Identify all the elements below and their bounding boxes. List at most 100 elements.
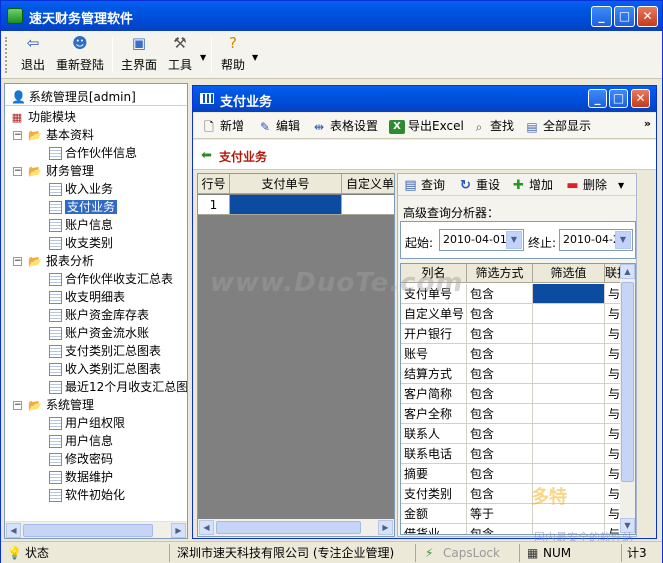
- filter-cell-column[interactable]: 自定义单号: [401, 304, 467, 324]
- grid-header-row-no[interactable]: 行号: [198, 174, 230, 194]
- filter-cell-value[interactable]: [533, 464, 605, 484]
- table-settings-button[interactable]: ⇹ 表格设置: [311, 117, 378, 135]
- filter-cell-value[interactable]: [533, 364, 605, 384]
- filter-row[interactable]: 结算方式 包含与: [401, 364, 623, 384]
- tree-item-account-info[interactable]: 账户信息: [49, 216, 113, 234]
- filter-cell-mode[interactable]: 包含: [467, 284, 533, 304]
- help-button[interactable]: ? 帮助: [218, 34, 248, 76]
- grid-header-custom-no[interactable]: 自定义单: [342, 174, 394, 194]
- tools-dropdown-icon[interactable]: ▼: [200, 53, 206, 62]
- scroll-left-icon[interactable]: ◀: [199, 520, 214, 535]
- filter-cell-mode[interactable]: 包含: [467, 524, 533, 534]
- filter-cell-value[interactable]: [533, 384, 605, 404]
- tree-item-report-1[interactable]: 合作伙伴收支汇总表: [49, 270, 173, 288]
- filter-cell-column[interactable]: 账号: [401, 344, 467, 364]
- filter-cell-column[interactable]: 联系电话: [401, 444, 467, 464]
- filter-cell-mode[interactable]: 包含: [467, 464, 533, 484]
- tree-item-report-5[interactable]: 支付类别汇总图表: [49, 342, 161, 360]
- filter-row[interactable]: 客户全称 包含与: [401, 404, 623, 424]
- filter-cell-column[interactable]: 摘要: [401, 464, 467, 484]
- filter-cell-value[interactable]: [533, 404, 605, 424]
- filter-cell-mode[interactable]: 包含: [467, 324, 533, 344]
- filter-row[interactable]: 摘要 包含与: [401, 464, 623, 484]
- export-excel-button[interactable]: X 导出Excel: [389, 117, 464, 135]
- filter-header-column[interactable]: 列名: [401, 264, 467, 283]
- filter-row[interactable]: 联系电话 包含与: [401, 444, 623, 464]
- tree-item-income[interactable]: 收入业务: [49, 180, 113, 198]
- filter-cell-column[interactable]: 结算方式: [401, 364, 467, 384]
- find-button[interactable]: ⌕ 查找: [471, 117, 514, 135]
- edit-button[interactable]: ✎ 编辑: [257, 117, 300, 135]
- filter-cell-mode[interactable]: 包含: [467, 304, 533, 324]
- filter-row[interactable]: 金额 等于与: [401, 504, 623, 524]
- filter-cell-column[interactable]: 开户银行: [401, 324, 467, 344]
- relogin-button[interactable]: ☻ 重新登陆: [54, 34, 106, 76]
- tree-root[interactable]: ▦ 功能模块: [9, 108, 76, 126]
- scroll-right-icon[interactable]: ▶: [378, 520, 393, 535]
- scroll-up-icon[interactable]: ▲: [620, 264, 635, 279]
- filter-row[interactable]: 自定义单号 包含与: [401, 304, 623, 324]
- tree-item-report-4[interactable]: 账户资金流水账: [49, 324, 149, 342]
- filter-cell-value[interactable]: [533, 484, 605, 504]
- add-condition-button[interactable]: ✚ 增加: [511, 177, 553, 194]
- tree-item-report-3[interactable]: 账户资金库存表: [49, 306, 149, 324]
- filter-cell-mode[interactable]: 包含: [467, 384, 533, 404]
- chevron-down-icon[interactable]: ▼: [615, 231, 631, 249]
- filter-cell-value[interactable]: [533, 284, 605, 304]
- chevron-down-icon[interactable]: ▼: [506, 231, 522, 249]
- close-button[interactable]: ✕: [637, 6, 658, 27]
- filter-cell-value[interactable]: [533, 424, 605, 444]
- filter-cell-value[interactable]: [533, 324, 605, 344]
- collapse-icon[interactable]: −: [13, 257, 22, 266]
- grid-cell-custom-no[interactable]: [342, 195, 394, 215]
- tree-item-change-password[interactable]: 修改密码: [49, 450, 113, 468]
- maximize-button[interactable]: □: [614, 6, 635, 27]
- query-button[interactable]: ▤ 查询: [403, 177, 445, 194]
- tree-item-user-groups[interactable]: 用户组权限: [49, 414, 125, 432]
- scroll-thumb[interactable]: [23, 524, 153, 537]
- grid-header-payment-no[interactable]: 支付单号: [230, 174, 342, 194]
- filter-cell-column[interactable]: 客户简称: [401, 384, 467, 404]
- scroll-down-icon[interactable]: ▼: [620, 518, 635, 533]
- tree-item-report-6[interactable]: 收入类别汇总图表: [49, 360, 161, 378]
- filter-vertical-scrollbar[interactable]: ▲ ▼: [620, 264, 635, 534]
- new-button[interactable]: 🗋 新增: [201, 117, 244, 135]
- grid-cell-row-no[interactable]: 1: [198, 195, 230, 215]
- filter-cell-mode[interactable]: 包含: [467, 444, 533, 464]
- filter-cell-value[interactable]: [533, 504, 605, 524]
- filter-cell-mode[interactable]: 等于: [467, 504, 533, 524]
- filter-cell-column[interactable]: 客户全称: [401, 404, 467, 424]
- tree-group-finance[interactable]: 📂 财务管理: [27, 162, 94, 180]
- filter-cell-value[interactable]: [533, 524, 605, 534]
- filter-row[interactable]: 开户银行 包含与: [401, 324, 623, 344]
- show-all-button[interactable]: ▤ 全部显示: [524, 117, 591, 135]
- filter-cell-column[interactable]: 联系人: [401, 424, 467, 444]
- filter-cell-column[interactable]: 支付单号: [401, 284, 467, 304]
- filter-cell-column[interactable]: 借货业: [401, 524, 467, 534]
- tree-item-users[interactable]: 用户信息: [49, 432, 113, 450]
- filter-row[interactable]: 客户简称 包含与: [401, 384, 623, 404]
- tree-item-payment[interactable]: 支付业务: [49, 198, 118, 216]
- query-dropdown-icon[interactable]: ▼: [618, 177, 624, 194]
- filter-cell-mode[interactable]: 包含: [467, 484, 533, 504]
- filter-cell-mode[interactable]: 包含: [467, 364, 533, 384]
- tree-item-category[interactable]: 收支类别: [49, 234, 113, 252]
- filter-row[interactable]: 支付类别 包含与: [401, 484, 623, 504]
- collapse-icon[interactable]: −: [13, 167, 22, 176]
- tree-item-report-7[interactable]: 最近12个月收支汇总图: [49, 378, 187, 396]
- toolbar-overflow-icon[interactable]: »: [644, 117, 651, 130]
- scroll-thumb[interactable]: [621, 282, 634, 482]
- reset-button[interactable]: ↻ 重设: [458, 177, 500, 194]
- toolbar-grip[interactable]: [5, 37, 8, 73]
- scroll-right-icon[interactable]: ▶: [171, 523, 186, 538]
- tree-group-system[interactable]: 📂 系统管理: [27, 396, 94, 414]
- home-button[interactable]: ▣ 主界面: [119, 34, 159, 76]
- filter-cell-mode[interactable]: 包含: [467, 424, 533, 444]
- collapse-icon[interactable]: −: [13, 401, 22, 410]
- collapse-icon[interactable]: −: [13, 131, 22, 140]
- start-date-picker[interactable]: 2010-04-01 ▼: [439, 229, 524, 251]
- filter-row[interactable]: 联系人 包含与: [401, 424, 623, 444]
- child-close-button[interactable]: ✕: [631, 89, 650, 108]
- tree-group-reports[interactable]: 📂 报表分析: [27, 252, 94, 270]
- grid-horizontal-scrollbar[interactable]: ◀ ▶: [198, 519, 394, 536]
